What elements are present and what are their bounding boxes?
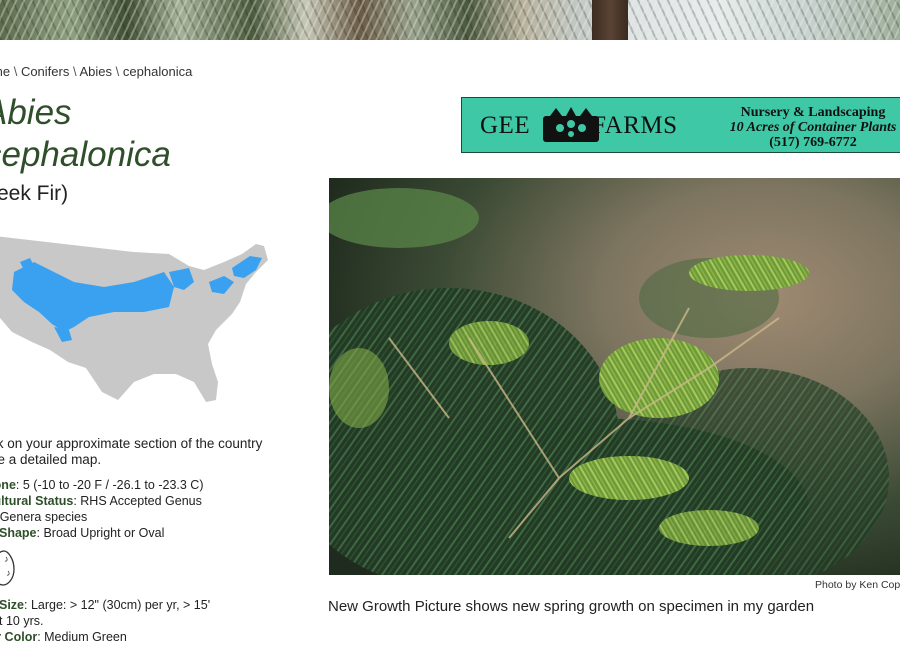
attr-zone: A Zone: 5 (-10 to -20 F / -26.1 to -23.3… (0, 477, 294, 493)
title-species: cephalonica (0, 135, 171, 174)
attr-value: : Medium Green (37, 630, 127, 644)
us-map-graphic (0, 236, 268, 402)
breadcrumb-home-link[interactable]: me (0, 64, 10, 79)
breadcrumb-abies-link[interactable]: Abies (80, 64, 113, 79)
attribute-list-2: wth Size: Large: > 12" (30cm) per yr, > … (0, 597, 294, 645)
breadcrumb-conifers-link[interactable]: Conifers (21, 64, 69, 79)
attr-value: : 5 (-10 to -20 F / -26.1 to -23.3 C) (15, 478, 204, 492)
attr-label: wth Size (0, 598, 25, 612)
ad-brand-right: FARMS (592, 112, 678, 139)
attr-growth-shape: wth Shape: Broad Upright or Oval (0, 525, 294, 541)
attr-value: : Broad Upright or Oval (36, 526, 165, 540)
ad-line2: 10 Acres of Container Plants (729, 120, 897, 135)
attr-growth-size: wth Size: Large: > 12" (30cm) per yr, > … (0, 597, 294, 613)
attr-value: : RHS Accepted Genus (73, 494, 202, 508)
fir-branch-photo (329, 178, 900, 575)
photo-credit: Photo by Ken Cop (815, 579, 900, 591)
breadcrumb-separator: \ (115, 64, 120, 79)
specimen-photo[interactable] (329, 178, 900, 575)
attr-conifer-color: nifer Color: Medium Green (0, 629, 294, 645)
page-title: Abies cephalonica (0, 92, 171, 176)
photo-caption: New Growth Picture shows new spring grow… (328, 598, 815, 615)
ad-logo-icon (543, 107, 599, 142)
ad-info: Nursery & Landscaping 10 Acres of Contai… (724, 105, 900, 150)
attr-label: rticultural Status (0, 494, 74, 508)
attr-origin: gin: Genera species (0, 509, 294, 525)
ad-brand-left: GEE (480, 112, 531, 139)
attr-growth-size-cont: m) at 10 yrs. (0, 613, 294, 629)
breadcrumb-separator: \ (72, 64, 77, 79)
attr-value: : Large: > 12" (30cm) per yr, > 15' (24, 598, 211, 612)
breadcrumb-separator: \ (13, 64, 18, 79)
instructions-line2: ee a detailed map. (0, 452, 102, 467)
map-instructions: ck on your approximate section of the co… (0, 436, 290, 468)
attr-label: nifer Color (0, 630, 38, 644)
instructions-line1: ck on your approximate section of the co… (0, 436, 263, 451)
attr-value: : Genera species (0, 510, 88, 524)
attr-status: rticultural Status: RHS Accepted Genus (0, 493, 294, 509)
attr-label: wth Shape (0, 526, 37, 540)
growth-shape-icon (0, 550, 15, 586)
banner-needles-texture (0, 0, 900, 40)
attribute-list: A Zone: 5 (-10 to -20 F / -26.1 to -23.3… (0, 477, 294, 541)
gee-farms-ad[interactable]: GEE FARMS Nursery & Landscaping 10 Acres … (461, 97, 900, 153)
ad-phone: (517) 769-6772 (769, 135, 857, 150)
title-genus: Abies (0, 93, 72, 132)
attr-value: m) at 10 yrs. (0, 614, 44, 628)
attr-label: A Zone (0, 478, 16, 492)
common-name: reek Fir) (0, 182, 69, 205)
us-land-shape (0, 236, 268, 402)
breadcrumb: me \ Conifers \ Abies \ cephalonica (0, 64, 192, 79)
banner-tree-trunk (592, 0, 628, 40)
breadcrumb-current: cephalonica (122, 64, 193, 79)
header-banner-photo (0, 0, 900, 40)
ad-line1: Nursery & Landscaping (740, 105, 886, 120)
usda-zone-map[interactable] (0, 232, 284, 418)
